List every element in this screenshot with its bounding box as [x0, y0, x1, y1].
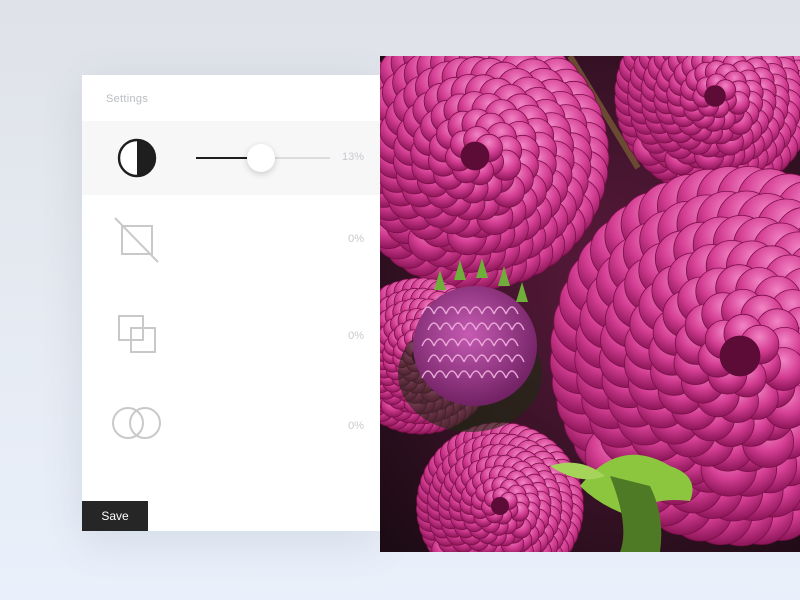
overlay-value: 0%: [348, 330, 364, 342]
contrast-slider[interactable]: [196, 143, 332, 173]
flower-image: [380, 56, 800, 552]
setting-row-contrast[interactable]: 13%: [82, 121, 380, 195]
contrast-icon[interactable]: [112, 135, 162, 181]
slider-fill: [196, 157, 249, 159]
setting-row-crop[interactable]: 0%: [82, 203, 380, 277]
blend-value: 0%: [348, 420, 364, 432]
flower-photo: [380, 56, 800, 552]
slider-handle[interactable]: [247, 144, 275, 172]
settings-panel: Settings 13% 0% 0% 0% Save: [82, 75, 380, 531]
panel-title: Settings: [106, 93, 149, 105]
crop-value: 0%: [348, 233, 364, 245]
setting-row-overlay[interactable]: 0%: [82, 300, 380, 374]
dahlia-bud: [413, 286, 537, 406]
crop-icon[interactable]: [112, 217, 162, 263]
blend-icon[interactable]: [112, 404, 162, 450]
overlay-icon[interactable]: [112, 314, 162, 360]
setting-row-blend[interactable]: 0%: [82, 390, 380, 464]
contrast-value: 13%: [341, 151, 364, 163]
save-button[interactable]: Save: [82, 501, 148, 531]
